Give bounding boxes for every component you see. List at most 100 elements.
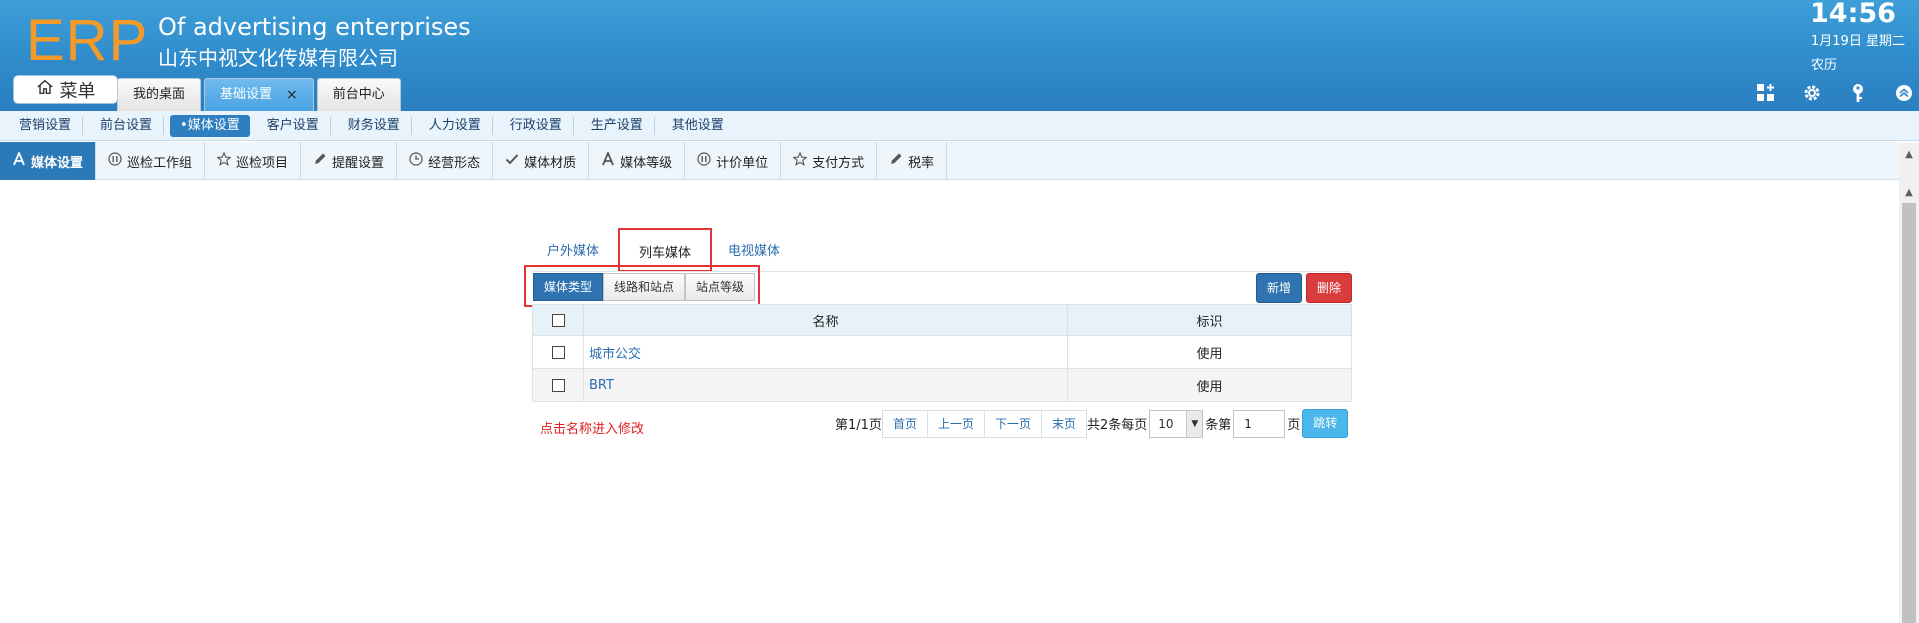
- settings-nav-hr[interactable]: 人力设置: [418, 116, 493, 135]
- subnav-business-form[interactable]: 经营形态: [397, 142, 494, 180]
- tab-label: 基础设置: [220, 87, 273, 102]
- select-all-checkbox[interactable]: [551, 313, 565, 327]
- pause-circle-icon: [697, 152, 711, 170]
- category-button-group: 媒体类型 线路和站点 站点等级: [533, 273, 756, 301]
- grid-add-icon[interactable]: [1755, 82, 1777, 104]
- key-icon[interactable]: [1847, 82, 1869, 104]
- settings-nav-production[interactable]: 生产设置: [580, 116, 655, 135]
- tab-front-center[interactable]: 前台中心: [316, 78, 401, 111]
- star-icon: [792, 151, 808, 170]
- edit-hint: 点击名称进入修改: [540, 422, 645, 437]
- next-page-button[interactable]: 下一页: [983, 409, 1042, 438]
- media-type-button[interactable]: 媒体类型: [533, 273, 604, 301]
- lunar-calendar-link[interactable]: 农历: [1811, 54, 1837, 73]
- subnav-media-material[interactable]: 媒体材质: [493, 142, 590, 180]
- settings-nav-customer[interactable]: 客户设置: [256, 116, 331, 135]
- subnav-label: 媒体等级: [620, 155, 673, 171]
- scrollbar-thumb[interactable]: [1902, 203, 1916, 623]
- settings-nav: 营销设置 前台设置 •媒体设置 客户设置 财务设置 人力设置 行政设置 生产设置…: [0, 111, 1919, 141]
- row-name-link[interactable]: 城市公交: [583, 335, 1068, 369]
- subnav-label: 巡检工作组: [127, 155, 193, 171]
- tab-basic-settings[interactable]: 基础设置 ×: [204, 78, 314, 111]
- settings-nav-admin[interactable]: 行政设置: [499, 116, 574, 135]
- scroll-up-small-icon[interactable]: ▲: [1903, 187, 1915, 199]
- settings-nav-front[interactable]: 前台设置: [89, 116, 165, 135]
- row-flag: 使用: [1067, 335, 1352, 369]
- settings-nav-other[interactable]: 其他设置: [661, 117, 735, 135]
- page-info: 第1/1页: [835, 418, 882, 433]
- letter-a-icon: [12, 150, 26, 170]
- first-page-button[interactable]: 首页: [881, 409, 928, 438]
- col-header-flag: 标识: [1067, 304, 1352, 336]
- subnav-label: 支付方式: [812, 155, 865, 171]
- subnav-label: 经营形态: [428, 155, 481, 171]
- last-page-button[interactable]: 末页: [1040, 409, 1087, 438]
- lines-stations-button[interactable]: 线路和站点: [603, 273, 686, 301]
- row-checkbox[interactable]: [551, 345, 565, 359]
- pencil-icon: [313, 152, 327, 170]
- letter-a-icon: [601, 150, 615, 170]
- chevron-down-icon: ▼: [1186, 410, 1203, 437]
- subnav-reminder[interactable]: 提醒设置: [301, 142, 398, 180]
- goto-page-input[interactable]: 1: [1233, 409, 1286, 438]
- subnav-label: 提醒设置: [332, 155, 385, 171]
- table-header-row: 名称 标识: [532, 304, 1352, 336]
- pause-circle-icon: [108, 152, 122, 170]
- gear-icon[interactable]: [1801, 82, 1823, 104]
- subnav-inspection-group[interactable]: 巡检工作组: [96, 142, 206, 180]
- tab-label: 我的桌面: [133, 87, 186, 102]
- goto-button[interactable]: 跳转: [1302, 409, 1349, 438]
- subnav-payment-method[interactable]: 支付方式: [781, 142, 878, 180]
- subnav-media-settings[interactable]: 媒体设置: [0, 142, 97, 180]
- media-type-table: 名称 标识 城市公交 使用 BRT 使用: [532, 304, 1352, 402]
- brand-name-en: Of advertising enterprises: [158, 13, 471, 41]
- close-icon[interactable]: ×: [286, 79, 298, 111]
- prev-page-button[interactable]: 上一页: [926, 409, 985, 438]
- menu-button-label: 菜单: [59, 80, 96, 102]
- clock-icon: [409, 152, 423, 170]
- star-icon: [216, 151, 232, 170]
- subnav-label: 媒体设置: [31, 155, 84, 171]
- media-sub-nav: 媒体设置 巡检工作组 巡检项目 提醒设置 经营形态 媒体材质 媒体等级 计价单位…: [0, 142, 1899, 180]
- goto-label: 条第: [1205, 418, 1232, 433]
- subnav-label: 巡检项目: [236, 155, 289, 171]
- table-row: 城市公交 使用: [532, 335, 1352, 369]
- subnav-inspection-item[interactable]: 巡检项目: [205, 142, 302, 180]
- window-tabs: 我的桌面 基础设置 × 前台中心: [117, 78, 401, 111]
- row-select-cell: [532, 335, 584, 369]
- page-size-select[interactable]: 10 ▼: [1149, 409, 1204, 438]
- page-suffix: 页: [1287, 418, 1301, 433]
- header-tools: [1755, 82, 1915, 104]
- total-info: 共2条每页: [1087, 418, 1148, 433]
- subnav-label: 计价单位: [716, 155, 769, 171]
- pagination: 第1/1页 首页 上一页 下一页 末页 共2条每页 10 ▼ 条第 1 页 跳转: [835, 409, 1349, 438]
- clock-date: 1月19日 星期二: [1811, 34, 1905, 49]
- menu-button[interactable]: 菜单: [13, 75, 118, 104]
- add-button[interactable]: 新增: [1256, 273, 1302, 303]
- app-header: ERP Of advertising enterprises 山东中视文化传媒有…: [0, 0, 1919, 111]
- collapse-up-icon[interactable]: [1893, 82, 1915, 104]
- home-icon: [36, 78, 54, 101]
- tab-label: 前台中心: [332, 87, 385, 102]
- clock-time: 14:56: [1810, 0, 1896, 29]
- subnav-pricing-unit[interactable]: 计价单位: [685, 142, 782, 180]
- vertical-scrollbar[interactable]: ▲ ▲: [1899, 143, 1919, 623]
- row-name-link[interactable]: BRT: [583, 368, 1068, 402]
- settings-nav-marketing[interactable]: 营销设置: [8, 116, 84, 135]
- settings-nav-finance[interactable]: 财务设置: [337, 116, 412, 135]
- subnav-label: 税率: [908, 155, 935, 171]
- tab-my-desktop[interactable]: 我的桌面: [117, 78, 202, 111]
- delete-button[interactable]: 删除: [1306, 273, 1352, 303]
- pencil-icon: [889, 152, 903, 170]
- station-level-button[interactable]: 站点等级: [685, 273, 756, 301]
- subnav-tax-rate[interactable]: 税率: [877, 142, 948, 180]
- scroll-up-icon[interactable]: ▲: [1903, 149, 1915, 161]
- app-logo: ERP: [26, 8, 149, 73]
- subnav-media-level[interactable]: 媒体等级: [589, 142, 686, 180]
- row-checkbox[interactable]: [551, 378, 565, 392]
- row-select-cell: [532, 368, 584, 402]
- settings-nav-media[interactable]: •媒体设置: [170, 114, 250, 137]
- table-row: BRT 使用: [532, 368, 1352, 402]
- page-size-value: 10: [1158, 416, 1174, 431]
- row-flag: 使用: [1067, 368, 1352, 402]
